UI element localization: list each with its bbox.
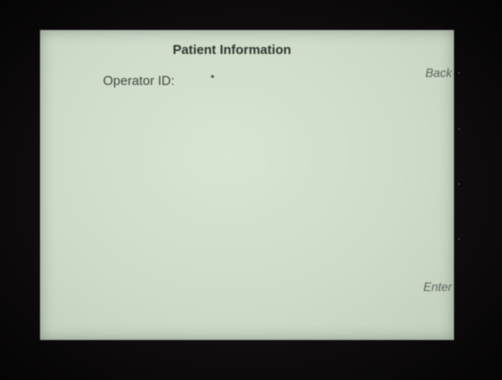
operator-id-label: Operator ID: [103, 73, 175, 88]
device-bezel: Patient Information Operator ID: Back En… [0, 0, 502, 380]
operator-id-field[interactable] [211, 75, 214, 78]
softkey-tick-4 [458, 238, 460, 240]
softkey-tick-3 [458, 183, 460, 185]
enter-softkey[interactable]: Enter [419, 280, 456, 294]
softkey-tick-1 [458, 72, 460, 74]
back-softkey[interactable]: Back [421, 66, 456, 80]
device-screen: Patient Information Operator ID: Back En… [40, 30, 454, 340]
softkey-tick-2 [458, 128, 460, 130]
page-title: Patient Information [172, 42, 292, 57]
